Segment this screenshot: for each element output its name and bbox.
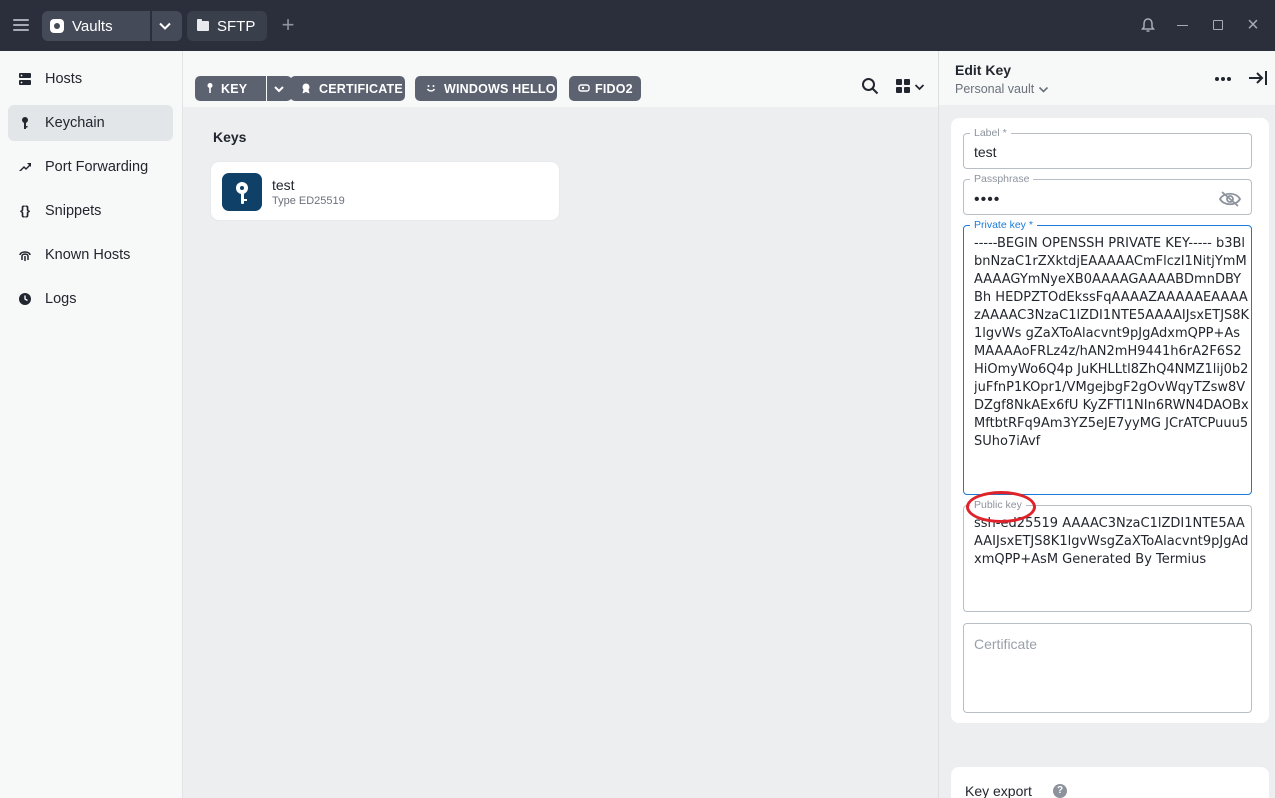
certificate-icon [300, 82, 312, 94]
sidebar-item-label: Keychain [45, 115, 105, 131]
fingerprint-icon [19, 251, 31, 261]
annotation-circle [966, 491, 1036, 523]
certificate-field-placeholder: Certificate [974, 636, 1038, 652]
key-export-card: Key export ? [951, 767, 1269, 798]
label-field-value: test [974, 144, 997, 160]
maximize-button[interactable] [1213, 20, 1223, 30]
vault-icon [50, 19, 64, 33]
private-key-field-value: -----BEGIN OPENSSH PRIVATE KEY----- b3Bl… [974, 236, 1250, 449]
grid-view-icon[interactable] [896, 79, 910, 93]
chevron-down-icon[interactable] [158, 19, 172, 33]
folder-icon [197, 19, 209, 31]
sidebar-item-label: Known Hosts [45, 247, 131, 263]
certificate-button[interactable]: CERTIFICATE [290, 76, 405, 101]
tab-sftp[interactable]: SFTP [187, 11, 267, 41]
key-name: test [272, 177, 295, 193]
vault-selector[interactable]: Personal vault [955, 82, 1049, 96]
tab-vaults-label: Vaults [72, 18, 113, 35]
sidebar-item-label: Snippets [45, 203, 102, 219]
key-card[interactable]: test Type ED25519 [210, 161, 560, 221]
search-icon[interactable] [861, 77, 879, 95]
security-key-icon [578, 82, 590, 94]
sidebar-item-known-hosts[interactable]: Known Hosts [8, 237, 173, 273]
key-avatar-icon [222, 173, 262, 211]
hosts-icon [19, 73, 31, 85]
section-title: Keys [213, 129, 247, 145]
sidebar-item-hosts[interactable]: Hosts [8, 61, 173, 97]
fido2-button[interactable]: FIDO2 [569, 76, 641, 101]
chevron-down-icon[interactable] [273, 83, 285, 95]
windows-hello-button[interactable]: WINDOWS HELLO [415, 76, 557, 101]
new-key-button[interactable]: KEY [195, 76, 292, 101]
add-tab-button[interactable]: + [278, 14, 298, 36]
menu-icon[interactable] [10, 14, 32, 36]
sidebar-item-snippets[interactable]: {} Snippets [8, 193, 173, 229]
private-key-field-label: Private key * [970, 218, 1037, 232]
passphrase-field-value: •••• [974, 191, 1001, 208]
label-field[interactable]: Label * test [963, 126, 1252, 169]
passphrase-field[interactable]: Passphrase •••• [963, 172, 1252, 215]
key-details-card: Label * test Passphrase •••• Private key… [951, 118, 1269, 723]
sidebar-item-label: Hosts [45, 71, 83, 87]
certificate-field[interactable]: Certificate [963, 623, 1252, 713]
sidebar-item-logs[interactable]: Logs [8, 281, 173, 317]
smile-icon [425, 82, 437, 94]
bell-icon[interactable] [1140, 17, 1156, 34]
key-icon [204, 82, 216, 94]
minimize-button[interactable] [1177, 25, 1188, 26]
sidebar-item-label: Port Forwarding [45, 159, 149, 175]
edit-key-panel: Edit Key Personal vault Label * test Pas… [938, 51, 1275, 798]
private-key-field[interactable]: Private key * -----BEGIN OPENSSH PRIVATE… [963, 218, 1252, 495]
sidebar-item-keychain[interactable]: Keychain [8, 105, 173, 141]
port-forwarding-icon [19, 163, 31, 171]
panel-title: Edit Key [955, 62, 1012, 78]
passphrase-field-label: Passphrase [970, 172, 1034, 186]
sidebar: Hosts Keychain Port Forwarding {} Snippe… [0, 51, 183, 798]
chevron-down-icon [1039, 87, 1049, 93]
tab-vaults[interactable]: Vaults [42, 11, 182, 41]
sidebar-item-label: Logs [45, 291, 77, 307]
sidebar-item-port-forwarding[interactable]: Port Forwarding [8, 149, 173, 185]
panel-header: Edit Key Personal vault [939, 51, 1275, 105]
toolbar: KEY CERTIFICATE WINDOWS HELLO FIDO2 [183, 51, 938, 107]
key-icon [22, 117, 28, 129]
chevron-down-icon[interactable] [914, 82, 925, 92]
close-button[interactable]: × [1244, 15, 1262, 35]
snippets-icon: {} [19, 203, 31, 218]
help-icon[interactable]: ? [1053, 784, 1067, 798]
main-content: Keys test Type ED25519 [183, 107, 938, 798]
title-bar: Vaults SFTP + × [0, 0, 1275, 51]
tab-sftp-label: SFTP [217, 18, 256, 35]
key-export-title: Key export [965, 783, 1032, 798]
eye-off-icon[interactable] [1218, 191, 1242, 207]
logs-icon [19, 293, 31, 305]
collapse-panel-icon[interactable] [1248, 70, 1268, 86]
label-field-label: Label * [970, 126, 1011, 140]
key-type: Type ED25519 [272, 195, 345, 207]
public-key-field-value: ssh-ed25519 AAAAC3NzaC1lZDI1NTE5AAAAIJsx… [974, 516, 1249, 567]
